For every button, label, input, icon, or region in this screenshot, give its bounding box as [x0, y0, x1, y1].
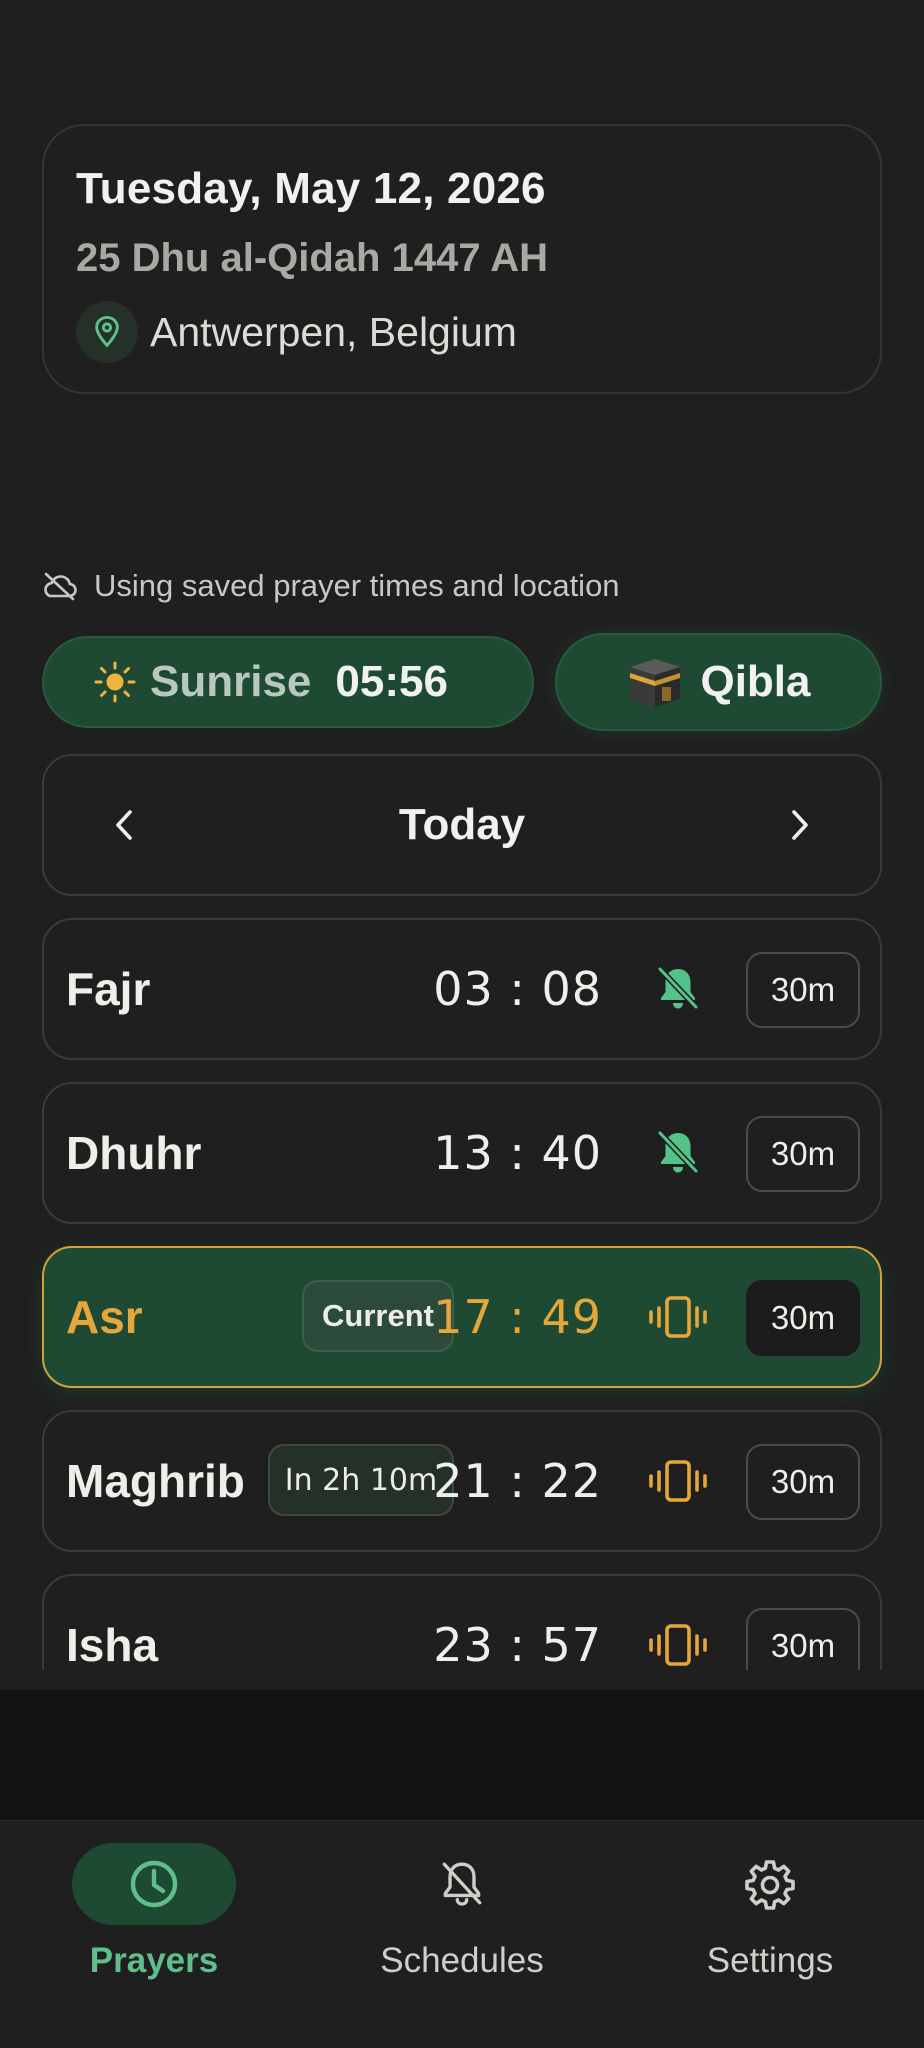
- prayer-name: Maghrib: [66, 1455, 245, 1507]
- nav-label: Settings: [706, 1941, 834, 1980]
- notification-toggle[interactable]: [648, 1576, 708, 1670]
- hijri-date: 25 Dhu al-Qidah 1447 AH: [76, 236, 548, 280]
- vibrate-icon: [649, 1460, 707, 1502]
- notification-toggle[interactable]: [648, 1412, 708, 1550]
- notification-toggle[interactable]: [648, 920, 708, 1058]
- prayer-time: 21 : 22: [433, 1454, 602, 1508]
- prayer-time: 23 : 57: [433, 1618, 602, 1670]
- gear-icon: [745, 1860, 795, 1910]
- prayer-row-asr[interactable]: Asr Current 17 : 49 30m: [42, 1246, 882, 1388]
- next-day-button[interactable]: [778, 803, 822, 847]
- notification-toggle[interactable]: [648, 1248, 708, 1386]
- notification-toggle[interactable]: [648, 1084, 708, 1222]
- qibla-label: Qibla: [700, 657, 811, 706]
- empty-band: [0, 1690, 924, 1820]
- prayer-row-isha[interactable]: Isha 23 : 57 30m: [42, 1574, 882, 1670]
- prayer-name: Asr: [66, 1291, 143, 1343]
- bell-off-icon: [657, 966, 699, 1010]
- bottom-navigation: Prayers Schedules Settings: [0, 1820, 924, 2048]
- prayer-row-dhuhr[interactable]: Dhuhr 13 : 40 30m: [42, 1082, 882, 1224]
- duration-button[interactable]: 30m: [746, 1280, 860, 1356]
- prayer-time: 13 : 40: [433, 1126, 602, 1180]
- prayer-row-fajr[interactable]: Fajr 03 : 08 30m: [42, 918, 882, 1060]
- day-label: Today: [398, 800, 526, 849]
- duration-button[interactable]: 30m: [746, 1116, 860, 1192]
- sunrise-time: 05:56: [335, 657, 448, 706]
- duration-button[interactable]: 30m: [746, 1444, 860, 1520]
- prayer-times-screen: Tuesday, May 12, 2026 25 Dhu al-Qidah 14…: [0, 0, 924, 2048]
- prayer-name: Isha: [66, 1619, 159, 1670]
- cloud-off-icon: [44, 572, 77, 601]
- nav-item-settings[interactable]: Settings: [650, 1843, 890, 1981]
- nav-pill: [688, 1843, 852, 1925]
- duration-button[interactable]: 30m: [746, 1608, 860, 1670]
- sun-icon: [94, 661, 136, 703]
- chevron-left-icon: [116, 810, 132, 840]
- qibla-button[interactable]: Qibla: [555, 633, 882, 731]
- offline-notice: Using saved prayer times and location: [42, 568, 620, 604]
- kaaba-icon: [630, 659, 681, 707]
- prayer-time: 03 : 08: [433, 962, 602, 1016]
- location-row[interactable]: Antwerpen, Belgium: [76, 301, 850, 363]
- sunrise-chip[interactable]: Sunrise 05:56: [42, 636, 534, 728]
- duration-button[interactable]: 30m: [746, 952, 860, 1028]
- nav-item-schedules[interactable]: Schedules: [342, 1843, 582, 1981]
- previous-day-button[interactable]: [102, 803, 146, 847]
- countdown-badge: In 2h 10m: [268, 1444, 454, 1516]
- chevron-right-icon: [792, 810, 808, 840]
- prayer-row-maghrib[interactable]: Maghrib In 2h 10m 21 : 22 30m: [42, 1410, 882, 1552]
- nav-label: Prayers: [89, 1941, 219, 1980]
- current-badge: Current: [302, 1280, 454, 1352]
- prayer-name: Fajr: [66, 963, 151, 1015]
- prayer-list: Fajr 03 : 08 30m Dhuhr 13 : 40 30m Asr C…: [0, 910, 924, 1670]
- bell-off-icon: [442, 1862, 482, 1906]
- bell-off-icon: [657, 1130, 699, 1174]
- vibrate-icon: [649, 1624, 707, 1666]
- location-pin-icon: [76, 301, 138, 363]
- prayer-name: Dhuhr: [66, 1127, 202, 1179]
- clock-icon: [130, 1860, 178, 1908]
- nav-pill: [380, 1843, 544, 1925]
- nav-label: Schedules: [380, 1941, 544, 1980]
- nav-item-prayers[interactable]: Prayers: [34, 1843, 274, 1981]
- nav-pill: [72, 1843, 236, 1925]
- location-name: Antwerpen, Belgium: [150, 308, 517, 355]
- sunrise-label: Sunrise: [150, 657, 312, 706]
- prayer-time: 17 : 49: [433, 1290, 602, 1344]
- gregorian-date: Tuesday, May 12, 2026: [76, 164, 546, 213]
- offline-notice-text: Using saved prayer times and location: [94, 568, 620, 603]
- day-navigator: Today: [42, 754, 882, 896]
- vibrate-icon: [649, 1296, 707, 1338]
- date-card: Tuesday, May 12, 2026 25 Dhu al-Qidah 14…: [42, 124, 882, 394]
